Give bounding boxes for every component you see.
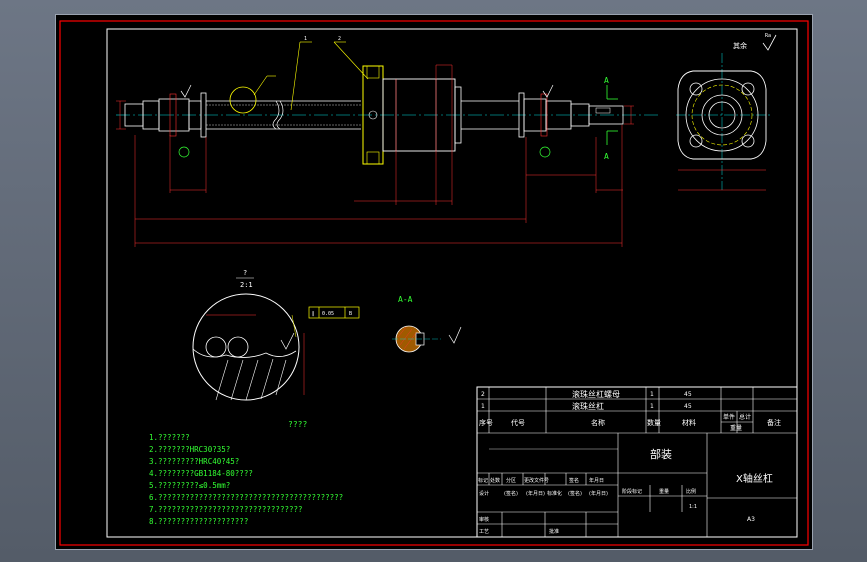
svg-text:处数: 处数	[490, 477, 500, 484]
sheet-size: A3	[747, 516, 755, 523]
svg-text:年月日: 年月日	[589, 477, 604, 484]
svg-text:(年月日): (年月日)	[589, 490, 608, 497]
detail-view: ? 2:1	[192, 269, 305, 401]
detail-label-top: ?	[243, 269, 247, 277]
surface-finish-general: 其余 Ra	[733, 33, 777, 51]
outer-frame	[59, 20, 809, 546]
svg-text:∥: ∥	[312, 311, 315, 317]
svg-text:0.05: 0.05	[322, 311, 334, 317]
section-view-a-a: A-A	[392, 295, 462, 353]
flange-end-view	[676, 53, 772, 191]
surface-finish-other-label: 其余	[733, 41, 747, 50]
svg-text:标准化: 标准化	[547, 490, 562, 497]
note-1: 1.???????	[149, 433, 190, 442]
section-arrow-label-top: A	[604, 76, 609, 85]
header-remark: 备注	[767, 418, 781, 427]
engineering-drawing: A A 1 2 其余 Ra ? 2:1 ???? ∥ 0.05 B A-A 1.…	[59, 20, 809, 546]
technical-notes: 1.??????? 2.???????HRC30?35? 3.?????????…	[149, 433, 343, 526]
balloon-1: 1	[304, 36, 307, 42]
cad-viewport[interactable]: A A 1 2 其余 Ra ? 2:1 ???? ∥ 0.05 B A-A 1.…	[55, 14, 813, 550]
note-4: 4.????????GB1184-80????	[149, 469, 253, 478]
parts-row-2-qty: 1	[650, 391, 654, 398]
note-2: 2.???????HRC30?35?	[149, 445, 230, 454]
part-balloons	[253, 41, 369, 111]
header-name: 名称	[591, 418, 605, 427]
note-5: 5.?????????≤0.5mm?	[149, 481, 230, 490]
header-unit-weight: 单件	[723, 413, 735, 421]
svg-text:B: B	[349, 311, 352, 317]
note-6: 6.??????????????????????????????????????…	[149, 493, 343, 502]
parts-row-2-name: 滚珠丝杠螺母	[572, 389, 620, 399]
svg-text:签名: 签名	[569, 477, 579, 484]
header-weight: 重量	[730, 424, 742, 432]
surface-finish-value: Ra	[765, 33, 771, 39]
parts-row-1-no: 1	[481, 403, 485, 410]
surface-finish-marks	[180, 84, 554, 98]
svg-text:设计: 设计	[479, 490, 489, 497]
header-no: 序号	[479, 418, 493, 427]
parts-row-1-qty: 1	[650, 403, 654, 410]
header-qty: 数量	[647, 418, 661, 427]
detail-label-bottom: 2:1	[240, 281, 253, 289]
review-label: 审核	[479, 516, 489, 523]
process-label: 工艺	[479, 529, 489, 535]
parts-row-2-material: 45	[684, 391, 692, 398]
svg-text:更改文件号: 更改文件号	[524, 477, 549, 484]
drawing-title: X轴丝杠	[736, 472, 773, 485]
weight-label: 重量	[659, 488, 669, 495]
note-8: 8.????????????????????	[149, 517, 248, 526]
svg-text:(签名): (签名)	[568, 490, 582, 497]
svg-text:分区: 分区	[506, 477, 516, 484]
header-material: 材料	[682, 418, 696, 427]
stage-label: 阶段标记	[622, 488, 642, 495]
parts-row-1-material: 45	[684, 403, 692, 410]
section-label: A-A	[398, 295, 413, 304]
dimension-lines	[116, 64, 634, 247]
svg-text:(签名): (签名)	[504, 490, 518, 497]
ball-screw-main-view: A A	[116, 65, 661, 165]
scale-value: 1:1	[689, 504, 697, 510]
parts-row-2-no: 2	[481, 391, 485, 398]
svg-text:(年月日): (年月日)	[526, 490, 545, 497]
title-block	[476, 386, 798, 538]
section-arrow-label-bottom: A	[604, 152, 609, 161]
assembly-label: 部装	[650, 447, 672, 461]
scale-label: 比例	[686, 488, 696, 495]
header-total-weight: 总计	[739, 413, 751, 421]
note-3: 3.?????????HRC40?45?	[149, 457, 239, 466]
detail-caption: ????	[288, 420, 307, 429]
tolerance-frame: ∥ 0.05 B	[308, 306, 360, 319]
parts-row-1-name: 滚珠丝杠	[572, 401, 604, 411]
balloon-2: 2	[338, 36, 341, 42]
approve-label: 批准	[549, 528, 559, 535]
svg-text:标记: 标记	[478, 477, 488, 484]
note-7: 7.????????????????????????????????	[149, 505, 303, 514]
header-code: 代号	[511, 418, 525, 427]
